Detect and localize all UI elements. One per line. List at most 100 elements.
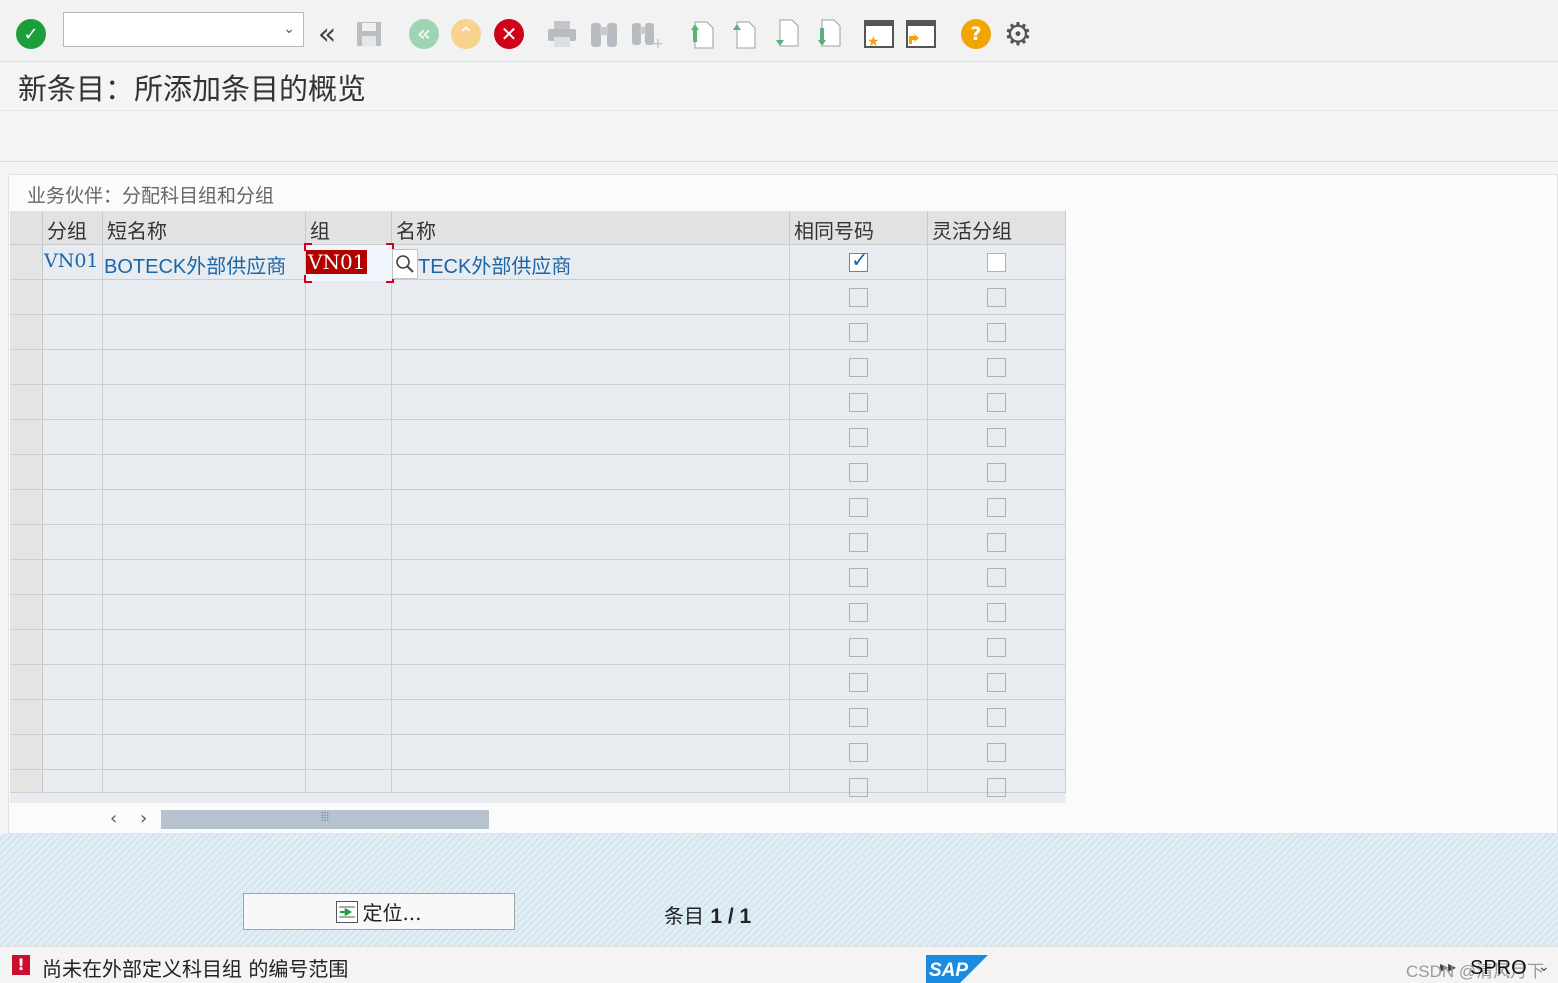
row-selector[interactable]: [10, 595, 43, 630]
row-selector[interactable]: [10, 700, 43, 735]
table-cell[interactable]: [43, 455, 103, 490]
row-selector[interactable]: [10, 665, 43, 700]
table-cell[interactable]: [928, 630, 1066, 665]
chevron-down-icon[interactable]: ⌄: [1538, 959, 1550, 975]
table-cell[interactable]: [928, 350, 1066, 385]
table-cell[interactable]: [306, 490, 392, 525]
row-selector[interactable]: [10, 315, 43, 350]
table-cell[interactable]: [103, 490, 306, 525]
same-number-checkbox[interactable]: [849, 673, 868, 692]
table-cell[interactable]: [103, 280, 306, 315]
table-cell[interactable]: [928, 385, 1066, 420]
table-cell[interactable]: [928, 560, 1066, 595]
table-cell[interactable]: [306, 525, 392, 560]
table-cell[interactable]: [43, 525, 103, 560]
table-cell[interactable]: [306, 770, 392, 793]
table-cell[interactable]: ✓: [790, 245, 928, 280]
row-selector[interactable]: [10, 630, 43, 665]
table-cell[interactable]: [392, 315, 790, 350]
same-number-checkbox[interactable]: [849, 498, 868, 517]
table-cell[interactable]: [790, 490, 928, 525]
table-cell[interactable]: [790, 315, 928, 350]
table-cell[interactable]: [790, 665, 928, 700]
table-cell[interactable]: [790, 630, 928, 665]
table-cell[interactable]: [306, 315, 392, 350]
scroll-thumb[interactable]: ⦙⦙⦙: [161, 810, 489, 829]
table-cell[interactable]: [103, 420, 306, 455]
table-cell[interactable]: [928, 770, 1066, 797]
table-cell[interactable]: [43, 560, 103, 595]
table-cell[interactable]: [43, 315, 103, 350]
table-cell[interactable]: [103, 525, 306, 560]
flexible-grouping-checkbox[interactable]: [987, 743, 1006, 762]
table-cell[interactable]: [306, 560, 392, 595]
table-cell[interactable]: [43, 700, 103, 735]
flexible-grouping-checkbox[interactable]: [987, 463, 1006, 482]
table-cell[interactable]: [790, 595, 928, 630]
table-cell[interactable]: [928, 665, 1066, 700]
row-selector[interactable]: [10, 525, 43, 560]
table-cell[interactable]: [43, 490, 103, 525]
flexible-grouping-checkbox[interactable]: [987, 568, 1006, 587]
table-cell[interactable]: [392, 420, 790, 455]
help-button[interactable]: ?: [959, 17, 993, 51]
table-cell[interactable]: [43, 665, 103, 700]
scroll-left-icon[interactable]: ‹: [110, 808, 117, 829]
more-toolbar-button[interactable]: «: [310, 17, 344, 52]
table-cell[interactable]: [928, 280, 1066, 315]
row-selector[interactable]: [10, 385, 43, 420]
table-cell[interactable]: [306, 385, 392, 420]
column-header-flexible-grouping[interactable]: 灵活分组: [928, 211, 1066, 245]
account-group-input[interactable]: VN01: [304, 243, 394, 283]
table-cell[interactable]: [306, 735, 392, 770]
same-number-checkbox[interactable]: [849, 533, 868, 552]
row-selector[interactable]: [10, 455, 43, 490]
find-button[interactable]: [587, 17, 621, 51]
select-all-cell[interactable]: [10, 211, 43, 245]
generate-shortcut-button[interactable]: [904, 17, 938, 51]
table-cell[interactable]: [103, 385, 306, 420]
flexible-grouping-checkbox[interactable]: [987, 638, 1006, 657]
table-cell[interactable]: [392, 490, 790, 525]
table-cell[interactable]: [392, 700, 790, 735]
table-cell[interactable]: [790, 525, 928, 560]
table-cell[interactable]: [306, 350, 392, 385]
table-cell[interactable]: [392, 280, 790, 315]
table-cell[interactable]: [103, 630, 306, 665]
column-header-group[interactable]: 分组: [43, 211, 103, 245]
table-cell[interactable]: [928, 315, 1066, 350]
table-cell[interactable]: [928, 525, 1066, 560]
column-header-account-group[interactable]: 组: [306, 211, 392, 245]
table-cell[interactable]: [103, 315, 306, 350]
position-button[interactable]: 定位...: [243, 893, 515, 930]
flexible-grouping-checkbox[interactable]: [987, 323, 1006, 342]
table-cell[interactable]: [306, 420, 392, 455]
table-cell[interactable]: [790, 700, 928, 735]
table-cell[interactable]: [306, 700, 392, 735]
table-cell[interactable]: [43, 630, 103, 665]
table-cell[interactable]: [790, 420, 928, 455]
back-button[interactable]: «: [407, 17, 441, 51]
cell-short-name[interactable]: BOTECK外部供应商: [103, 245, 306, 280]
table-cell[interactable]: [43, 735, 103, 770]
cell-group[interactable]: VN01: [43, 245, 103, 280]
same-number-checkbox[interactable]: [849, 323, 868, 342]
table-cell[interactable]: [790, 735, 928, 770]
cell-name[interactable]: TECK外部供应商: [392, 245, 790, 280]
flexible-grouping-checkbox[interactable]: [987, 778, 1006, 797]
scroll-right-icon[interactable]: ›: [140, 808, 147, 829]
table-cell[interactable]: [928, 735, 1066, 770]
flexible-grouping-checkbox[interactable]: [987, 498, 1006, 517]
same-number-checkbox[interactable]: [849, 463, 868, 482]
column-header-same-number[interactable]: 相同号码: [790, 211, 928, 245]
table-cell[interactable]: [790, 350, 928, 385]
settings-button[interactable]: ⚙: [1001, 15, 1035, 53]
flexible-grouping-checkbox[interactable]: [987, 253, 1006, 272]
table-cell[interactable]: [790, 455, 928, 490]
same-number-checkbox[interactable]: [849, 778, 868, 797]
flexible-grouping-checkbox[interactable]: [987, 673, 1006, 692]
table-cell[interactable]: [928, 245, 1066, 280]
table-cell[interactable]: [43, 595, 103, 630]
table-cell[interactable]: [103, 700, 306, 735]
table-cell[interactable]: [790, 280, 928, 315]
